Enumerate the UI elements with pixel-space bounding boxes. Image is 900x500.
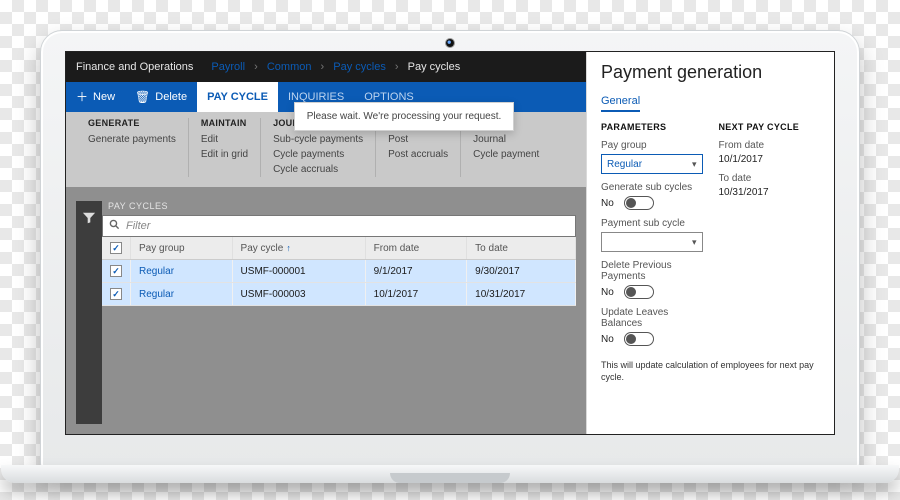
filter-input[interactable]: Filter — [102, 215, 576, 237]
delprev-label: Delete Previous Payments — [601, 260, 703, 282]
checkbox-header[interactable]: ✓ — [102, 237, 131, 260]
tab-label: PAY CYCLE — [207, 91, 268, 103]
paycycles-table: ✓ Pay group Pay cycle↑ From date To date… — [102, 237, 576, 306]
ribbon-group-head: GENERATE — [88, 118, 176, 128]
filter-placeholder: Filter — [126, 220, 150, 232]
search-icon — [109, 219, 120, 233]
parameters-head: PARAMETERS — [601, 122, 703, 132]
col-paygroup[interactable]: Pay group — [131, 237, 233, 260]
grid-title: PAY CYCLES — [108, 201, 576, 211]
chevron-down-icon: ▾ — [692, 159, 697, 170]
cell-to: 10/31/2017 — [467, 283, 576, 306]
paygroup-label: Pay group — [601, 140, 703, 151]
delprev-toggle[interactable] — [624, 285, 654, 299]
chevron-right-icon: › — [321, 61, 325, 73]
col-label: Pay cycle — [241, 243, 284, 254]
app-title: Finance and Operations — [76, 61, 193, 73]
cell-paycycle: USMF-000003 — [232, 283, 365, 306]
updleaves-toggle[interactable] — [624, 332, 654, 346]
breadcrumb-item[interactable]: Pay cycles — [333, 61, 386, 73]
nextcycle-head: NEXT PAY CYCLE — [719, 122, 821, 132]
col-todate[interactable]: To date — [467, 237, 576, 260]
post-link[interactable]: Post — [388, 132, 448, 147]
help-text: This will update calculation of employee… — [601, 360, 820, 383]
checkmark-icon: ✓ — [110, 242, 122, 254]
new-label: New — [93, 91, 115, 103]
paygroup-link[interactable]: Regular — [139, 289, 174, 300]
delete-label: Delete — [155, 91, 187, 103]
edit-link[interactable]: Edit — [201, 132, 248, 147]
cycle-payments-link[interactable]: Cycle payments — [273, 147, 363, 162]
cell-to: 9/30/2017 — [467, 260, 576, 283]
paygroup-link[interactable]: Regular — [139, 266, 174, 277]
gensub-value: No — [601, 198, 614, 209]
subcycle-payments-link[interactable]: Sub-cycle payments — [273, 132, 363, 147]
cell-paycycle: USMF-000001 — [232, 260, 365, 283]
chevron-right-icon: › — [254, 61, 258, 73]
col-fromdate[interactable]: From date — [365, 237, 467, 260]
new-button[interactable]: ＋ New — [66, 82, 125, 112]
panel-title: Payment generation — [601, 62, 820, 83]
paysub-label: Payment sub cycle — [601, 218, 703, 229]
notice-message: Please wait. We're processing your reque… — [305, 111, 503, 122]
tab-paycycle[interactable]: PAY CYCLE — [197, 82, 278, 112]
paysub-select[interactable]: ▾ — [601, 232, 703, 252]
gensub-toggle[interactable] — [624, 196, 654, 210]
sort-asc-icon: ↑ — [286, 243, 291, 253]
table-row[interactable]: ✓ Regular USMF-000003 10/1/2017 10/31/20… — [102, 283, 576, 306]
paygroup-select[interactable]: Regular ▾ — [601, 154, 703, 174]
chevron-down-icon: ▾ — [692, 237, 697, 248]
delete-button[interactable]: 🗑 Delete — [125, 82, 197, 112]
side-panel: Payment generation General PARAMETERS Pa… — [586, 52, 834, 434]
todate-label: To date — [719, 173, 821, 184]
panel-tab-general[interactable]: General — [601, 95, 640, 112]
col-paycycle[interactable]: Pay cycle↑ — [232, 237, 365, 260]
updleaves-value: No — [601, 334, 614, 345]
delprev-value: No — [601, 287, 614, 298]
app-screen: Finance and Operations Payroll › Common … — [65, 51, 835, 435]
camera-dot — [446, 39, 454, 47]
filter-column[interactable] — [76, 201, 102, 424]
cycle-accruals-link[interactable]: Cycle accruals — [273, 162, 363, 177]
cycle-payment-link[interactable]: Cycle payment — [473, 147, 539, 162]
cell-from: 9/1/2017 — [365, 260, 467, 283]
plus-icon: ＋ — [76, 91, 88, 103]
ribbon-group-head: MAINTAIN — [201, 118, 248, 128]
checkmark-icon[interactable]: ✓ — [110, 288, 122, 300]
checkmark-icon[interactable]: ✓ — [110, 265, 122, 277]
processing-notice: Please wait. We're processing your reque… — [294, 102, 514, 131]
todate-value: 10/31/2017 — [719, 187, 821, 198]
trash-icon: 🗑 — [135, 91, 150, 103]
updleaves-label: Update Leaves Balances — [601, 307, 703, 329]
table-row[interactable]: ✓ Regular USMF-000001 9/1/2017 9/30/2017 — [102, 260, 576, 283]
cell-from: 10/1/2017 — [365, 283, 467, 306]
edit-in-grid-link[interactable]: Edit in grid — [201, 147, 248, 162]
generate-payments-link[interactable]: Generate payments — [88, 132, 176, 147]
journal-link[interactable]: Journal — [473, 132, 539, 147]
breadcrumb-item: Pay cycles — [408, 61, 461, 73]
breadcrumb-item[interactable]: Common — [267, 61, 312, 73]
funnel-icon — [82, 211, 96, 228]
grid-zone: PAY CYCLES Filter ✓ Pay group Pay cycl — [66, 187, 586, 434]
breadcrumb: Payroll › Common › Pay cycles › Pay cycl… — [211, 61, 460, 73]
breadcrumb-item[interactable]: Payroll — [211, 61, 245, 73]
post-accruals-link[interactable]: Post accruals — [388, 147, 448, 162]
paygroup-value: Regular — [607, 159, 642, 170]
gensub-label: Generate sub cycles — [601, 182, 703, 193]
chevron-right-icon: › — [395, 61, 399, 73]
laptop-notch — [390, 473, 510, 483]
fromdate-value: 10/1/2017 — [719, 154, 821, 165]
top-bar: Finance and Operations Payroll › Common … — [66, 52, 586, 82]
fromdate-label: From date — [719, 140, 821, 151]
